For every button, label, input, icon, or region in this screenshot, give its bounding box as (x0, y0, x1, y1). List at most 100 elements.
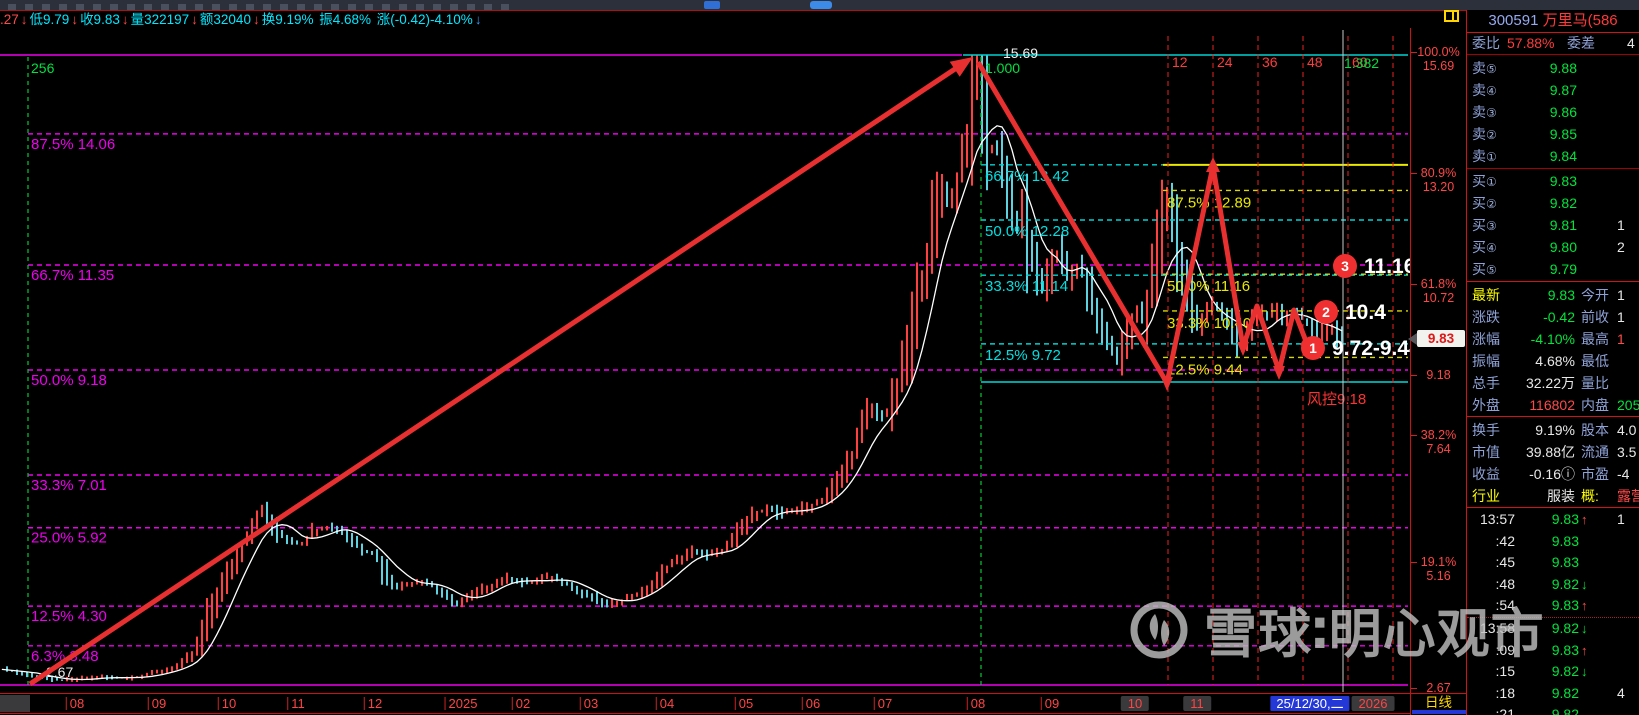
axis-month-6: 02 (511, 696, 531, 711)
period-selector[interactable]: 日线 (1411, 693, 1466, 715)
downtick-arrow-icon: ↓ (1581, 576, 1588, 592)
bid-row-5[interactable]: 买⑤ 9.79 (1467, 258, 1639, 280)
quote-value-2: 4.0 (1617, 422, 1637, 438)
axis-date-highlight[interactable]: 25/12/30,二 (1270, 696, 1350, 711)
current-price-tag: 9.83 (1408, 330, 1465, 347)
split-window-icon[interactable] (1444, 10, 1459, 22)
quote-divider-5 (1467, 416, 1639, 417)
axis-month-label: 03 (583, 696, 599, 711)
quote-row-3: 振幅 4.68% 最低 (1467, 350, 1639, 372)
axis-month-label: 04 (659, 696, 675, 711)
ask-row-2[interactable]: 卖② 9.85 (1467, 123, 1639, 145)
bid-row-2[interactable]: 买② 9.82 (1467, 192, 1639, 214)
quote-value-2: 1 (1617, 309, 1625, 325)
quote-label: 收益 (1472, 466, 1500, 482)
axis-month-label: 25/12/30,二 (1276, 696, 1344, 711)
tape-row-9: :21 9.82 (1467, 704, 1639, 715)
toolbar-blue-icon-2[interactable] (810, 1, 832, 9)
quote-label-2: 最低 (1581, 353, 1609, 369)
ask-row-5[interactable]: 卖⑤ 9.88 (1467, 57, 1639, 79)
ask-label: 卖④ (1472, 82, 1497, 98)
axis-month-label: 2025 (448, 696, 478, 711)
stock-header[interactable]: 300591 万里马(586 (1467, 11, 1639, 31)
axis-month-label: 05 (738, 696, 754, 711)
zigzag-arrowhead-3 (1273, 366, 1285, 380)
count-label-4: 48 (1307, 54, 1323, 70)
bid-row-4[interactable]: 买④ 9.80 2 (1467, 236, 1639, 258)
fib-yellow-label-0: 87.5% 12.89 (1167, 194, 1251, 211)
quote-divider-9 (1467, 507, 1639, 508)
info-item-2: 低9.79 (29, 12, 70, 27)
axis-tick (287, 697, 289, 710)
axis-month-label: 02 (515, 696, 531, 711)
scale-level-2: 61.8% 10.72 (1420, 277, 1457, 305)
bid-price: 9.80 (1549, 239, 1577, 255)
tape-time: :09 (1495, 641, 1515, 658)
info-item-4: 收9.83 (80, 12, 120, 27)
quote-label: 最新 (1472, 287, 1500, 303)
quote-label-2: 今开 (1581, 287, 1609, 303)
info-item-8: 额32040 (199, 12, 251, 27)
axis-tick (873, 697, 875, 710)
axis-month-label: 08 (970, 696, 986, 711)
downtick-arrow-icon: ↓ (1581, 664, 1588, 679)
ask-row-4[interactable]: 卖④ 9.87 (1467, 79, 1639, 101)
target-number-3: 3 (1341, 258, 1349, 274)
fib-left-label-2: 50.0% 9.18 (31, 372, 107, 389)
peak-price-label: 15.69 (1003, 45, 1038, 61)
quote-label-2: 最高 (1581, 331, 1609, 347)
scale-tick (1411, 173, 1417, 174)
bid-label: 买④ (1472, 239, 1497, 255)
axis-month-11: 07 (873, 696, 892, 711)
info-item-3: ↓ (71, 12, 79, 27)
quote-value: 9.19% (1535, 422, 1575, 438)
axis-month-2: 10 (217, 696, 237, 711)
fib-origin-1000: 1.000 (985, 60, 1020, 76)
ask-row-1[interactable]: 卖① 9.84 (1467, 145, 1639, 167)
info-item-1: ↓ (20, 12, 28, 27)
scale-tick (1411, 284, 1417, 285)
tape-row-4: :54 9.83 ↑ (1467, 595, 1639, 617)
ask-price: 9.86 (1549, 104, 1577, 120)
quote-row-4: 总手 32.22万 量比 (1467, 372, 1639, 394)
ask-label: 卖⑤ (1472, 60, 1497, 76)
scale-level-4: 38.2% 7.64 (1420, 428, 1457, 456)
candlestick-chart[interactable]: 87.5% 14.06 66.7% 11.35 50.0% 9.18 33.3% 7.… (0, 28, 1410, 693)
axis-tick (363, 697, 365, 710)
ask-price: 9.84 (1549, 148, 1577, 164)
quote-row-9: 行业 服装 概: 露营经 (1467, 485, 1639, 507)
toolbar-blue-icon[interactable] (704, 1, 720, 9)
ask-label: 卖① (1472, 148, 1497, 164)
axis-tick (217, 697, 219, 710)
info-item-6: 量322197 (130, 12, 190, 27)
quote-value: -4.10% (1530, 331, 1575, 347)
target-price-3: 11.16 (1364, 255, 1410, 278)
bid-row-3[interactable]: 买③ 9.81 1 (1467, 214, 1639, 236)
scale-tick (1411, 562, 1417, 563)
trading-app-window: .27 ↓ 低9.79 ↓ 收9.83 ↓ 量322197 ↓ 额32040 ↓ 换9.19% 振4… (0, 0, 1639, 715)
ask-label: 卖② (1472, 126, 1497, 142)
trend-line-arrowhead (949, 57, 973, 77)
scale-tick (1411, 375, 1417, 376)
fib-peak-label-3: 12.5% 9.72 (985, 347, 1061, 364)
book-quote-divider (1467, 281, 1639, 282)
axis-tick (734, 697, 736, 710)
axis-month-label: 09 (151, 696, 167, 711)
quote-row-5: 外盘 116802 内盘 205 (1467, 394, 1639, 416)
tape-time: :21 (1495, 706, 1515, 715)
quote-label-2: 股本 (1581, 422, 1609, 438)
bid-row-1[interactable]: 买① 9.83 (1467, 170, 1639, 192)
tape-time: :54 (1495, 597, 1515, 613)
weibi-label: 委比 (1472, 35, 1500, 51)
panel-divider (1467, 54, 1639, 55)
axis-month-0: 08 (65, 696, 84, 711)
axis-month-3: 11 (287, 696, 305, 711)
ask-price: 9.87 (1549, 82, 1577, 98)
bottom-left-button[interactable] (0, 695, 30, 712)
ask-row-3[interactable]: 卖③ 9.86 (1467, 101, 1639, 123)
weibi-value: 57.88% (1507, 35, 1555, 51)
count-label-3: 36 (1262, 54, 1278, 70)
axis-month-label: 2026 (1358, 696, 1388, 711)
axis-month-label: 10 (221, 696, 237, 711)
axis-month-label: 09 (1044, 696, 1060, 711)
